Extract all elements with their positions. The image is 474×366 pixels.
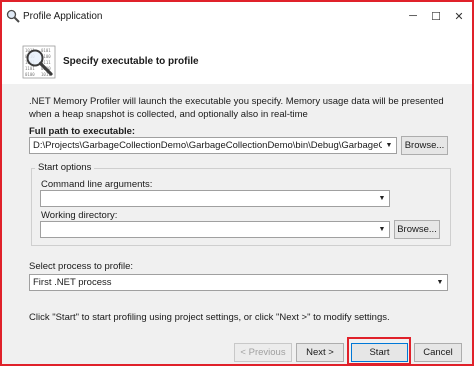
window-title: Profile Application [23, 11, 103, 22]
executable-path-value: D:\Projects\GarbageCollectionDemo\Garbag… [33, 140, 382, 151]
process-value: First .NET process [33, 277, 112, 288]
working-directory-combo[interactable]: ▼ [40, 221, 390, 238]
close-icon[interactable]: ✕ [446, 2, 472, 30]
svg-text:0101: 0101 [41, 48, 51, 53]
chevron-down-icon[interactable]: ▼ [377, 222, 387, 237]
working-directory-label: Working directory: [41, 210, 118, 221]
footer-instructions: Click "Start" to start profiling using p… [29, 312, 390, 323]
title-bar: Profile Application ─ ☐ ✕ [2, 2, 472, 32]
magnifier-binary-icon: 10110101 01101100 10010111 11010010 0100… [22, 45, 56, 79]
process-label: Select process to profile: [29, 261, 134, 272]
page-title: Specify executable to profile [63, 56, 199, 67]
process-combo[interactable]: First .NET process ▼ [29, 274, 448, 291]
next-button[interactable]: Next > [296, 343, 344, 362]
chevron-down-icon[interactable]: ▼ [377, 191, 387, 206]
start-options-title: Start options [35, 162, 95, 173]
cancel-button[interactable]: Cancel [414, 343, 462, 362]
chevron-down-icon[interactable]: ▼ [384, 138, 394, 153]
command-line-label: Command line arguments: [41, 179, 153, 190]
previous-button[interactable]: < Previous [234, 343, 292, 362]
command-line-combo[interactable]: ▼ [40, 190, 390, 207]
profile-application-window: Profile Application ─ ☐ ✕ 10110101 01101… [0, 0, 474, 366]
browse-working-directory-button[interactable]: Browse... [394, 220, 440, 239]
executable-path-combo[interactable]: D:\Projects\GarbageCollectionDemo\Garbag… [29, 137, 397, 154]
svg-text:0100: 0100 [25, 72, 35, 77]
chevron-down-icon[interactable]: ▼ [435, 275, 445, 290]
start-button[interactable]: Start [351, 343, 408, 362]
magnifier-app-icon [6, 9, 20, 23]
executable-label: Full path to executable: [29, 126, 136, 137]
browse-executable-button[interactable]: Browse... [401, 136, 448, 155]
description-text: .NET Memory Profiler will launch the exe… [29, 96, 444, 120]
svg-text:1101: 1101 [25, 66, 35, 71]
